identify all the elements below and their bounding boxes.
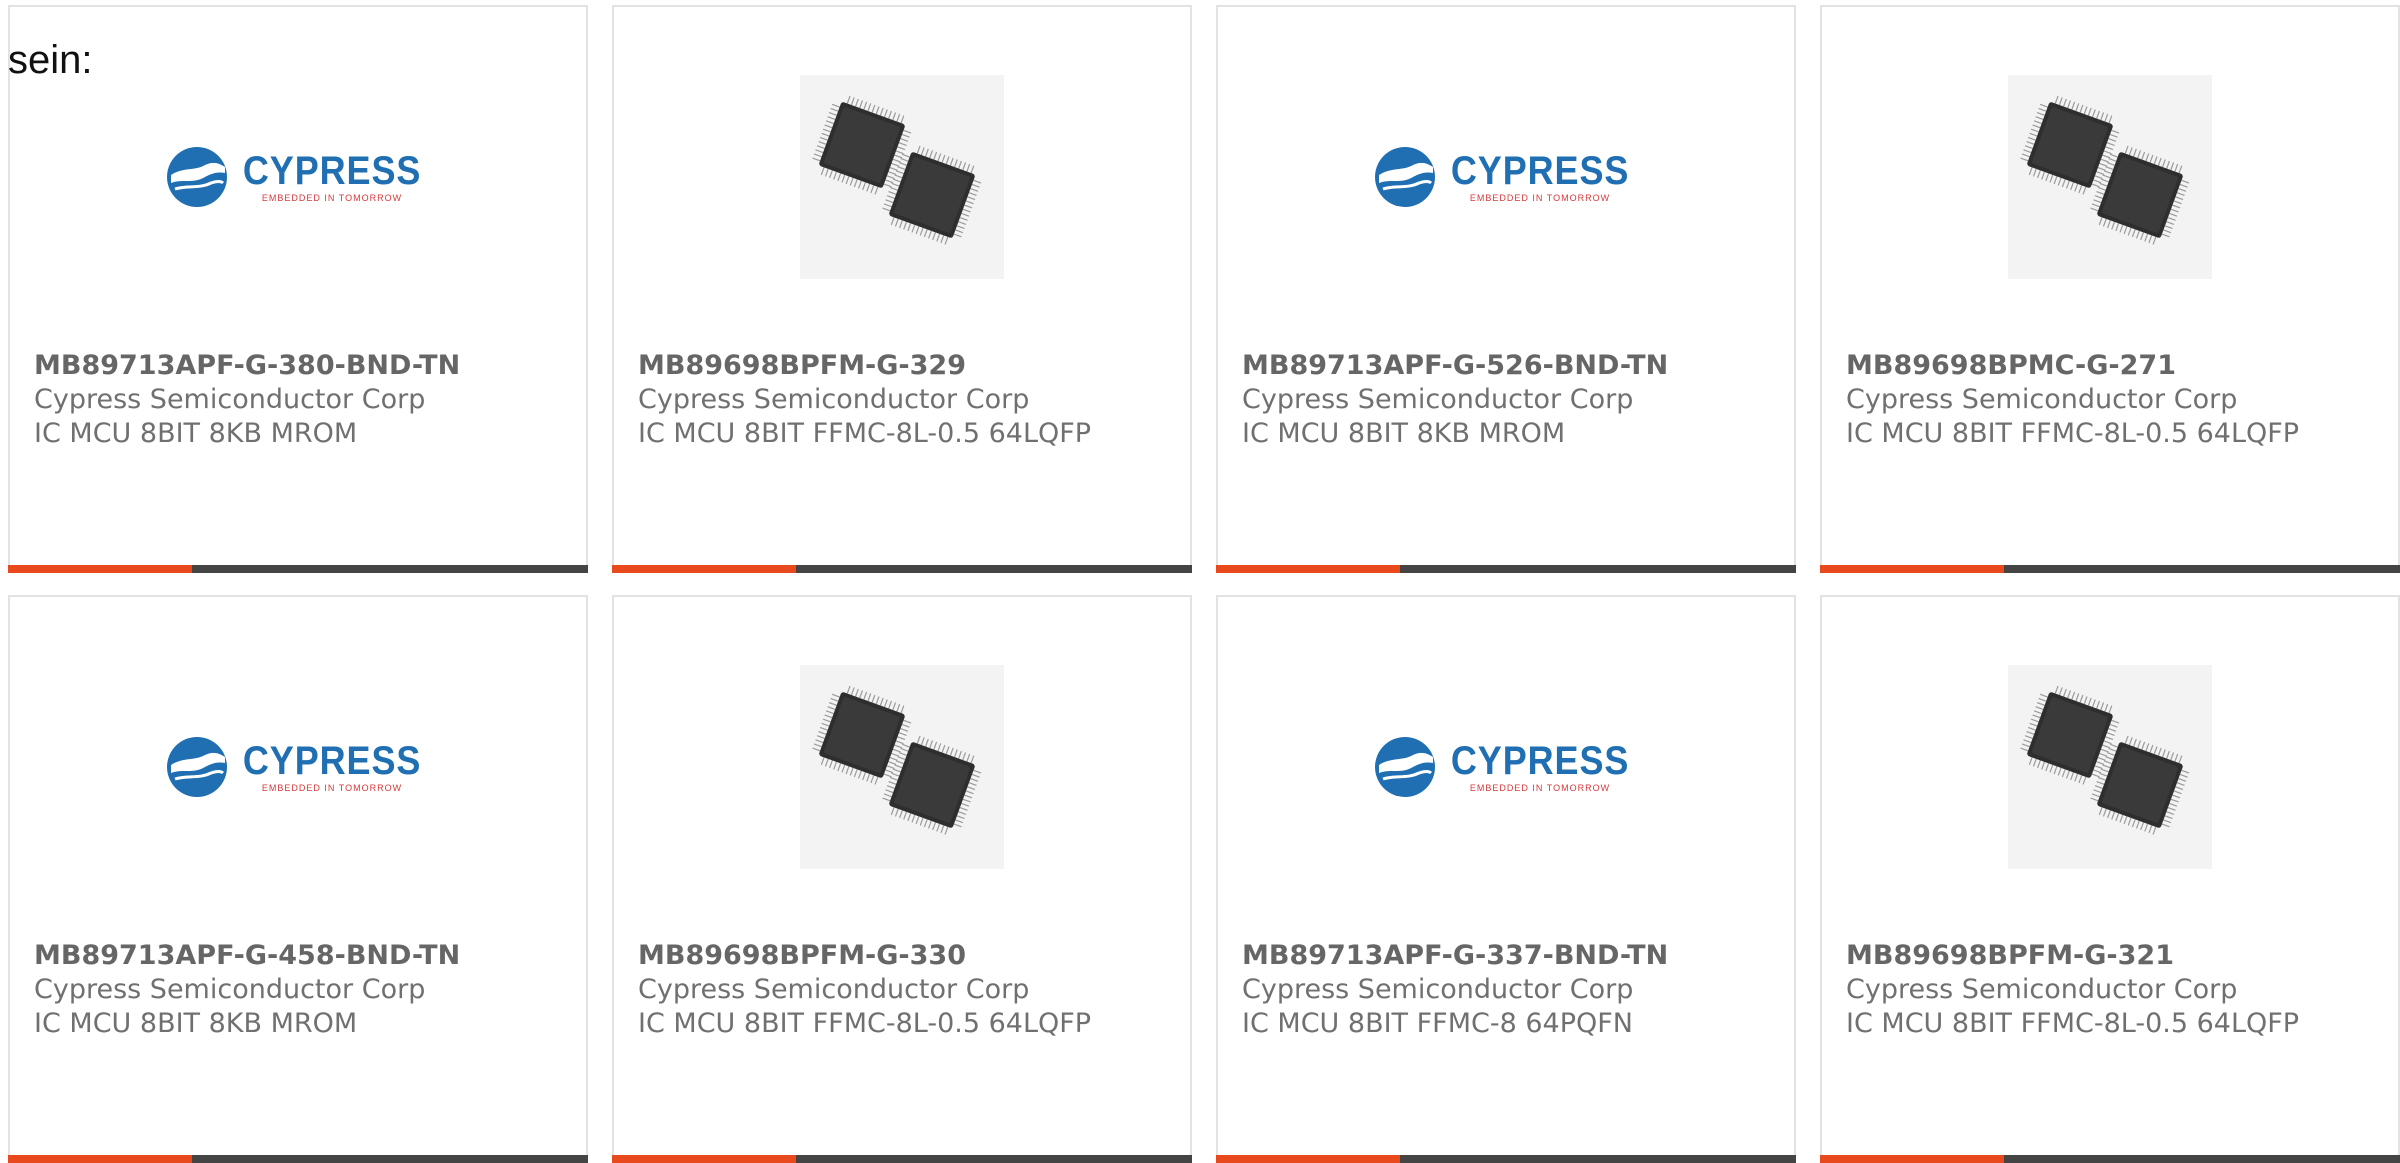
cypress-logo: CYPRESS EMBEDDED IN TOMORROW [1373, 145, 1639, 209]
product-grid: CYPRESS EMBEDDED IN TOMORROW MB89713APF-… [8, 5, 2400, 1163]
qfp-chip-image [800, 665, 1004, 869]
logo-tagline: EMBEDDED IN TOMORROW [261, 783, 403, 793]
accent-bar [612, 1155, 796, 1163]
part-number-link[interactable]: MB89698BPFM-G-330 [638, 939, 1170, 973]
description: IC MCU 8BIT FFMC-8 64PQFN [1242, 1008, 1633, 1039]
product-info: MB89698BPFM-G-321 Cypress Semiconductor … [1846, 939, 2378, 1041]
description: IC MCU 8BIT 8KB MROM [1242, 418, 1566, 449]
manufacturer: Cypress Semiconductor Corp [34, 384, 426, 415]
product-card[interactable]: MB89698BPFM-G-330 Cypress Semiconductor … [612, 595, 1192, 1163]
part-number-link[interactable]: MB89713APF-G-380-BND-TN [34, 349, 566, 383]
product-image: CYPRESS EMBEDDED IN TOMORROW [10, 667, 586, 867]
globe-icon [166, 147, 227, 207]
product-card[interactable]: CYPRESS EMBEDDED IN TOMORROW MB89713APF-… [8, 595, 588, 1163]
qfp-chip-image [2008, 75, 2212, 279]
accent-bar [8, 1155, 192, 1163]
manufacturer: Cypress Semiconductor Corp [1846, 384, 2238, 415]
chip-icon [2020, 685, 2190, 835]
qfp-chip-image [800, 75, 1004, 279]
product-info: MB89698BPFM-G-329 Cypress Semiconductor … [638, 349, 1170, 451]
globe-icon [166, 737, 227, 797]
product-image [614, 75, 1190, 279]
product-card[interactable]: CYPRESS EMBEDDED IN TOMORROW MB89713APF-… [8, 5, 588, 573]
product-image [1822, 665, 2398, 869]
logo-tagline: EMBEDDED IN TOMORROW [1469, 193, 1611, 203]
accent-bar [1820, 565, 2004, 573]
logo-tagline: EMBEDDED IN TOMORROW [1469, 783, 1611, 793]
product-card[interactable]: MB89698BPFM-G-329 Cypress Semiconductor … [612, 5, 1192, 573]
manufacturer: Cypress Semiconductor Corp [1242, 974, 1634, 1005]
card-footer-bar [1820, 1155, 2400, 1163]
manufacturer: Cypress Semiconductor Corp [638, 974, 1030, 1005]
accent-bar [1216, 1155, 1400, 1163]
manufacturer: Cypress Semiconductor Corp [1242, 384, 1634, 415]
card-footer-bar [1216, 565, 1796, 573]
part-number-link[interactable]: MB89713APF-G-337-BND-TN [1242, 939, 1774, 973]
globe-icon [1374, 147, 1435, 207]
product-info: MB89698BPFM-G-330 Cypress Semiconductor … [638, 939, 1170, 1041]
accent-bar [1216, 565, 1400, 573]
card-footer-bar [1820, 565, 2400, 573]
card-footer-bar [612, 1155, 1192, 1163]
product-image: CYPRESS EMBEDDED IN TOMORROW [1218, 77, 1794, 277]
card-footer-bar [1216, 1155, 1796, 1163]
accent-bar [612, 565, 796, 573]
product-card[interactable]: CYPRESS EMBEDDED IN TOMORROW MB89713APF-… [1216, 5, 1796, 573]
manufacturer: Cypress Semiconductor Corp [34, 974, 426, 1005]
product-info: MB89698BPMC-G-271 Cypress Semiconductor … [1846, 349, 2378, 451]
product-image: CYPRESS EMBEDDED IN TOMORROW [10, 77, 586, 277]
cypress-logo: CYPRESS EMBEDDED IN TOMORROW [165, 145, 431, 209]
card-footer-bar [8, 565, 588, 573]
description: IC MCU 8BIT FFMC-8L-0.5 64LQFP [1846, 418, 2300, 449]
qfp-chip-image [2008, 665, 2212, 869]
product-card[interactable]: MB89698BPMC-G-271 Cypress Semiconductor … [1820, 5, 2400, 573]
part-number-link[interactable]: MB89713APF-G-458-BND-TN [34, 939, 566, 973]
accent-bar [1820, 1155, 2004, 1163]
product-info: MB89713APF-G-526-BND-TN Cypress Semicond… [1242, 349, 1774, 451]
logo-brand: CYPRESS [1450, 149, 1630, 193]
card-footer-bar [8, 1155, 588, 1163]
globe-icon [1374, 737, 1435, 797]
description: IC MCU 8BIT 8KB MROM [34, 418, 358, 449]
accent-bar [8, 565, 192, 573]
product-image: CYPRESS EMBEDDED IN TOMORROW [1218, 667, 1794, 867]
product-card[interactable]: MB89698BPFM-G-321 Cypress Semiconductor … [1820, 595, 2400, 1163]
description: IC MCU 8BIT FFMC-8L-0.5 64LQFP [638, 418, 1092, 449]
intro-text: sein: [8, 38, 93, 82]
cypress-logo: CYPRESS EMBEDDED IN TOMORROW [165, 735, 431, 799]
chip-icon [812, 95, 982, 245]
chip-icon [2020, 95, 2190, 245]
logo-brand: CYPRESS [242, 149, 422, 193]
description: IC MCU 8BIT 8KB MROM [34, 1008, 358, 1039]
part-number-link[interactable]: MB89698BPFM-G-321 [1846, 939, 2378, 973]
manufacturer: Cypress Semiconductor Corp [1846, 974, 2238, 1005]
product-info: MB89713APF-G-458-BND-TN Cypress Semicond… [34, 939, 566, 1041]
part-number-link[interactable]: MB89698BPMC-G-271 [1846, 349, 2378, 383]
product-info: MB89713APF-G-337-BND-TN Cypress Semicond… [1242, 939, 1774, 1041]
product-info: MB89713APF-G-380-BND-TN Cypress Semicond… [34, 349, 566, 451]
product-image [1822, 75, 2398, 279]
product-card[interactable]: CYPRESS EMBEDDED IN TOMORROW MB89713APF-… [1216, 595, 1796, 1163]
manufacturer: Cypress Semiconductor Corp [638, 384, 1030, 415]
part-number-link[interactable]: MB89713APF-G-526-BND-TN [1242, 349, 1774, 383]
product-image [614, 665, 1190, 869]
description: IC MCU 8BIT FFMC-8L-0.5 64LQFP [1846, 1008, 2300, 1039]
part-number-link[interactable]: MB89698BPFM-G-329 [638, 349, 1170, 383]
logo-tagline: EMBEDDED IN TOMORROW [261, 193, 403, 203]
chip-icon [812, 685, 982, 835]
description: IC MCU 8BIT FFMC-8L-0.5 64LQFP [638, 1008, 1092, 1039]
logo-brand: CYPRESS [242, 739, 422, 783]
card-footer-bar [612, 565, 1192, 573]
logo-brand: CYPRESS [1450, 739, 1630, 783]
cypress-logo: CYPRESS EMBEDDED IN TOMORROW [1373, 735, 1639, 799]
